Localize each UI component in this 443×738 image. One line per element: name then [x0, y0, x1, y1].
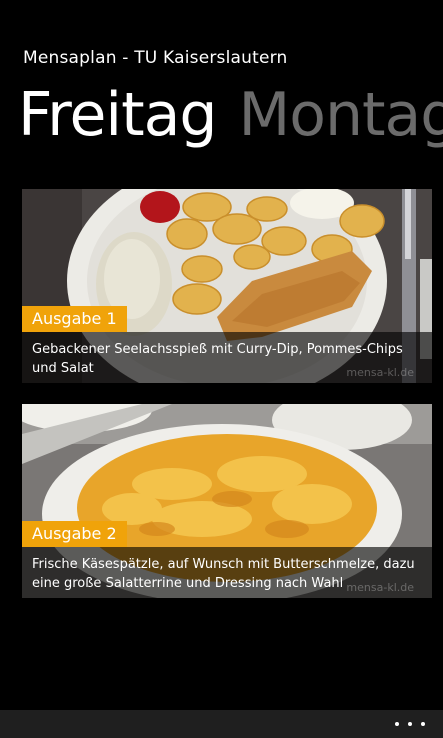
ellipsis-icon[interactable] — [395, 719, 425, 729]
app-title: Mensaplan - TU Kaiserslautern — [23, 48, 288, 68]
watermark: mensa-kl.de — [346, 581, 414, 594]
pivot-item-montag[interactable]: Montag — [238, 80, 443, 150]
counter-label: Ausgabe 1 — [22, 306, 127, 332]
dot — [421, 722, 425, 726]
app-bar — [0, 710, 443, 738]
dot — [408, 722, 412, 726]
meal-card-2[interactable]: Ausgabe 2 Frische Käsespätzle, auf Wunsc… — [22, 404, 432, 598]
meal-card-1[interactable]: Ausgabe 1 Gebackener Seelachsspieß mit C… — [22, 189, 432, 383]
watermark: mensa-kl.de — [346, 366, 414, 379]
counter-label: Ausgabe 2 — [22, 521, 127, 547]
dot — [395, 722, 399, 726]
pivot-header: Freitag Montag — [18, 80, 443, 150]
pivot-item-freitag[interactable]: Freitag — [18, 80, 217, 150]
